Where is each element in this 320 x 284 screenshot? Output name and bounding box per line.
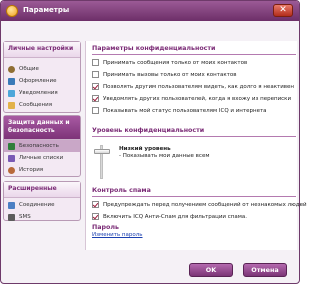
sidebar-item-notifications[interactable]: Уведомления bbox=[4, 87, 80, 99]
checkbox-label: Принимать вызовы только от моих контакто… bbox=[103, 71, 237, 78]
section-divider bbox=[92, 196, 296, 197]
sidebar-item-messages[interactable]: Сообщения bbox=[4, 99, 80, 111]
checkbox-checked[interactable] bbox=[92, 213, 99, 220]
password-section-title: Пароль bbox=[92, 224, 119, 231]
lock-icon bbox=[8, 142, 15, 150]
checkbox-label: Показывать мой статус пользователям ICQ … bbox=[103, 107, 267, 114]
sidebar-item-label: Оформление bbox=[19, 78, 57, 84]
checkbox[interactable] bbox=[92, 107, 99, 114]
sidebar-item-label: Уведомления bbox=[19, 90, 58, 96]
privacy-option-row[interactable]: Принимать сообщения только от моих конта… bbox=[92, 59, 247, 66]
bell-icon bbox=[8, 89, 15, 97]
privacy-option-row[interactable]: Позволять другим пользователям видеть, к… bbox=[92, 83, 294, 90]
checkbox-label: Включить ICQ Анти-Спам для фильтрации сп… bbox=[103, 213, 247, 220]
group-header-security[interactable]: Защита данных и безопасность bbox=[4, 116, 80, 140]
list-icon bbox=[8, 154, 15, 162]
sidebar-group-personal: Личные настройки Общие Оформление Уведом… bbox=[3, 41, 81, 113]
settings-content: Параметры конфиденциальности Принимать с… bbox=[85, 41, 307, 250]
window-title: Параметры bbox=[23, 6, 70, 14]
sidebar-group-advanced: Расширенные Соединение SMS bbox=[3, 181, 81, 221]
checkbox-label: Уведомлять других пользователей, когда я… bbox=[103, 95, 292, 102]
checkbox-checked[interactable] bbox=[92, 201, 99, 208]
sidebar-item-label: Соединение bbox=[19, 202, 55, 208]
change-password-link[interactable]: Изменить пароль bbox=[92, 232, 143, 238]
palette-icon bbox=[8, 77, 15, 85]
checkbox-label: Предупреждать перед получением сообщений… bbox=[103, 201, 307, 208]
spam-option-row[interactable]: Включить ICQ Анти-Спам для фильтрации сп… bbox=[92, 213, 247, 220]
section-divider bbox=[92, 136, 296, 137]
sidebar-item-general[interactable]: Общие bbox=[4, 63, 80, 75]
network-icon bbox=[8, 201, 15, 209]
checkbox[interactable] bbox=[92, 71, 99, 78]
spam-option-row[interactable]: Предупреждать перед получением сообщений… bbox=[92, 201, 307, 208]
section-divider bbox=[92, 54, 296, 55]
privacy-section-title: Параметры конфиденциальности bbox=[92, 45, 216, 52]
checkbox-checked[interactable] bbox=[92, 83, 99, 90]
settings-sidebar: Личные настройки Общие Оформление Уведом… bbox=[3, 41, 81, 241]
sidebar-item-private-lists[interactable]: Личные списки bbox=[4, 152, 80, 164]
privacy-level-slider-thumb[interactable] bbox=[94, 149, 110, 154]
sidebar-item-label: Общие bbox=[19, 66, 39, 72]
sidebar-item-label: Безопасность bbox=[19, 143, 59, 149]
checkbox-label: Позволять другим пользователям видеть, к… bbox=[103, 83, 295, 90]
flower-logo-icon bbox=[6, 5, 18, 17]
privacy-option-row[interactable]: Уведомлять других пользователей, когда я… bbox=[92, 95, 291, 102]
sidebar-item-label: Сообщения bbox=[19, 102, 53, 108]
cancel-button[interactable]: Отмена bbox=[243, 263, 287, 277]
checkbox-checked[interactable] bbox=[92, 95, 99, 102]
sidebar-item-label: SMS bbox=[19, 214, 31, 220]
group-header-advanced[interactable]: Расширенные bbox=[4, 182, 80, 198]
envelope-icon bbox=[8, 101, 15, 109]
privacy-level-description: - Показывать мои данные всем bbox=[119, 153, 210, 159]
title-bar: Параметры ✕ bbox=[1, 1, 299, 21]
clock-icon bbox=[8, 166, 15, 174]
privacy-level-name: Низкий уровень bbox=[119, 146, 171, 152]
spam-section-title: Контроль спама bbox=[92, 187, 151, 194]
group-header-personal[interactable]: Личные настройки bbox=[4, 42, 80, 58]
sidebar-item-security[interactable]: Безопасность bbox=[4, 140, 80, 152]
gear-icon bbox=[8, 65, 15, 73]
sidebar-item-label: История bbox=[19, 167, 44, 173]
sidebar-item-connection[interactable]: Соединение bbox=[4, 199, 80, 211]
privacy-option-row[interactable]: Показывать мой статус пользователям ICQ … bbox=[92, 107, 267, 114]
privacy-option-row[interactable]: Принимать вызовы только от моих контакто… bbox=[92, 71, 236, 78]
sidebar-group-security: Защита данных и безопасность Безопасност… bbox=[3, 115, 81, 177]
ok-button[interactable]: OK bbox=[189, 263, 233, 277]
sidebar-item-sms[interactable]: SMS bbox=[4, 211, 80, 223]
sidebar-item-appearance[interactable]: Оформление bbox=[4, 75, 80, 87]
phone-icon bbox=[8, 213, 15, 221]
close-button[interactable]: ✕ bbox=[273, 4, 293, 17]
sidebar-item-label: Личные списки bbox=[19, 155, 64, 161]
privacy-level-title: Уровень конфиденциальности bbox=[92, 127, 205, 134]
checkbox[interactable] bbox=[92, 59, 99, 66]
sidebar-item-history[interactable]: История bbox=[4, 164, 80, 176]
settings-window: Параметры ✕ Личные настройки Общие Оформ… bbox=[0, 0, 307, 284]
checkbox-label: Принимать сообщения только от моих конта… bbox=[103, 59, 248, 66]
